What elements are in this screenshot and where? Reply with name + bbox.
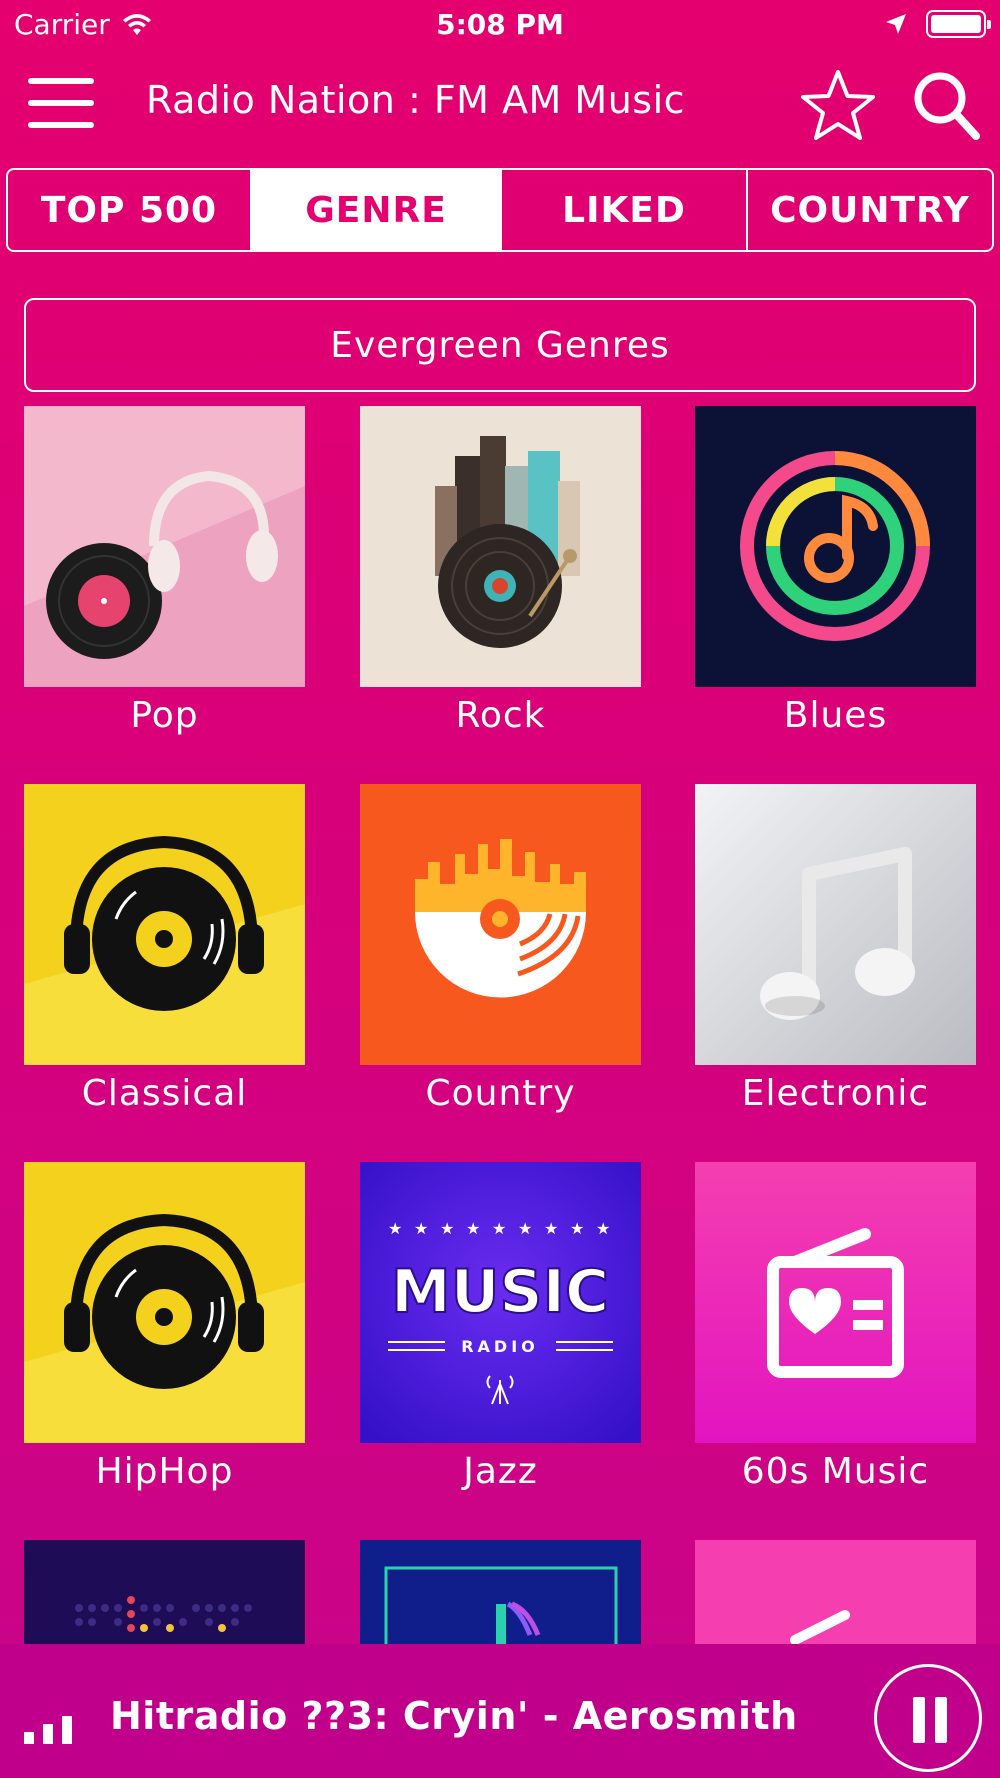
genre-card-pop[interactable]: Pop: [24, 406, 305, 736]
jazz-artwork: ★ ★ ★ ★ ★ ★ ★ ★ ★ MUSIC RADIO: [360, 1162, 641, 1443]
tab-liked[interactable]: LIKED: [502, 170, 748, 250]
genre-label: Electronic: [741, 1073, 930, 1114]
partial-artwork-1: [24, 1540, 305, 1644]
genre-card-partial-1[interactable]: [24, 1540, 305, 1644]
genre-card-blues[interactable]: Blues: [695, 406, 976, 736]
app-title: Radio Nation : FM AM Music: [146, 78, 686, 122]
svg-text:★: ★: [596, 1219, 610, 1238]
now-playing-title: Hitradio ??3: Cryin' - Aerosmith: [110, 1694, 798, 1738]
pause-icon[interactable]: [874, 1664, 982, 1772]
genre-label: Pop: [130, 695, 199, 736]
star-icon[interactable]: [798, 66, 878, 146]
partial-artwork-2: [360, 1540, 641, 1644]
genre-card-classical[interactable]: Classical: [24, 784, 305, 1114]
genre-label: Rock: [455, 695, 546, 736]
genre-card-partial-2[interactable]: [360, 1540, 641, 1644]
svg-text:★: ★: [544, 1219, 558, 1238]
jazz-art-sub: RADIO: [461, 1337, 539, 1356]
rock-artwork: [360, 406, 641, 687]
status-indicators: [884, 10, 991, 38]
genre-label: Classical: [81, 1073, 248, 1114]
hamburger-menu-icon[interactable]: [28, 78, 94, 130]
blues-artwork: [695, 406, 976, 687]
genre-label: 60s Music: [741, 1451, 930, 1492]
genre-card-partial-3[interactable]: [695, 1540, 976, 1644]
genre-label: Blues: [783, 695, 888, 736]
svg-text:★: ★: [466, 1219, 480, 1238]
genre-card-60s-music[interactable]: 60s Music: [695, 1162, 976, 1492]
tab-genre[interactable]: GENRE: [252, 170, 502, 250]
60s-music-artwork: [695, 1162, 976, 1443]
svg-text:★: ★: [492, 1219, 506, 1238]
classical-artwork: [24, 784, 305, 1065]
battery-icon: [926, 10, 991, 38]
jazz-art-word: MUSIC: [391, 1257, 609, 1327]
genre-label: Country: [425, 1073, 576, 1114]
category-tabs: TOP 500 GENRE LIKED COUNTRY: [6, 168, 994, 252]
status-bar: Carrier 5:08 PM: [0, 0, 1000, 52]
genre-label: Jazz: [463, 1451, 538, 1492]
pop-artwork: [24, 406, 305, 687]
section-header-evergreen-genres[interactable]: Evergreen Genres: [24, 298, 976, 392]
svg-text:★: ★: [388, 1219, 402, 1238]
genre-grid: Pop Rock Blues Classical Country Electro…: [24, 406, 976, 1644]
app-header: Radio Nation : FM AM Music: [0, 52, 1000, 162]
electronic-artwork: [695, 784, 976, 1065]
hiphop-artwork: [24, 1162, 305, 1443]
country-artwork: [360, 784, 641, 1065]
svg-text:★: ★: [414, 1219, 428, 1238]
svg-text:★: ★: [518, 1219, 532, 1238]
svg-text:★: ★: [440, 1219, 454, 1238]
genre-card-rock[interactable]: Rock: [360, 406, 641, 736]
partial-artwork-3: [695, 1540, 976, 1644]
genre-card-country[interactable]: Country: [360, 784, 641, 1114]
location-arrow-icon: [886, 14, 906, 34]
genre-label: HipHop: [95, 1451, 234, 1492]
tab-country[interactable]: COUNTRY: [748, 170, 992, 250]
now-playing-bar[interactable]: Hitradio ??3: Cryin' - Aerosmith: [0, 1644, 1000, 1778]
genre-card-jazz[interactable]: ★ ★ ★ ★ ★ ★ ★ ★ ★ MUSIC RADIO Jazz: [360, 1162, 641, 1492]
status-time: 5:08 PM: [436, 8, 564, 41]
tab-top-500[interactable]: TOP 500: [8, 170, 252, 250]
equalizer-icon: [24, 1716, 72, 1744]
genre-card-hiphop[interactable]: HipHop: [24, 1162, 305, 1492]
search-icon[interactable]: [906, 66, 986, 146]
svg-text:★: ★: [570, 1219, 584, 1238]
genre-card-electronic[interactable]: Electronic: [695, 784, 976, 1114]
